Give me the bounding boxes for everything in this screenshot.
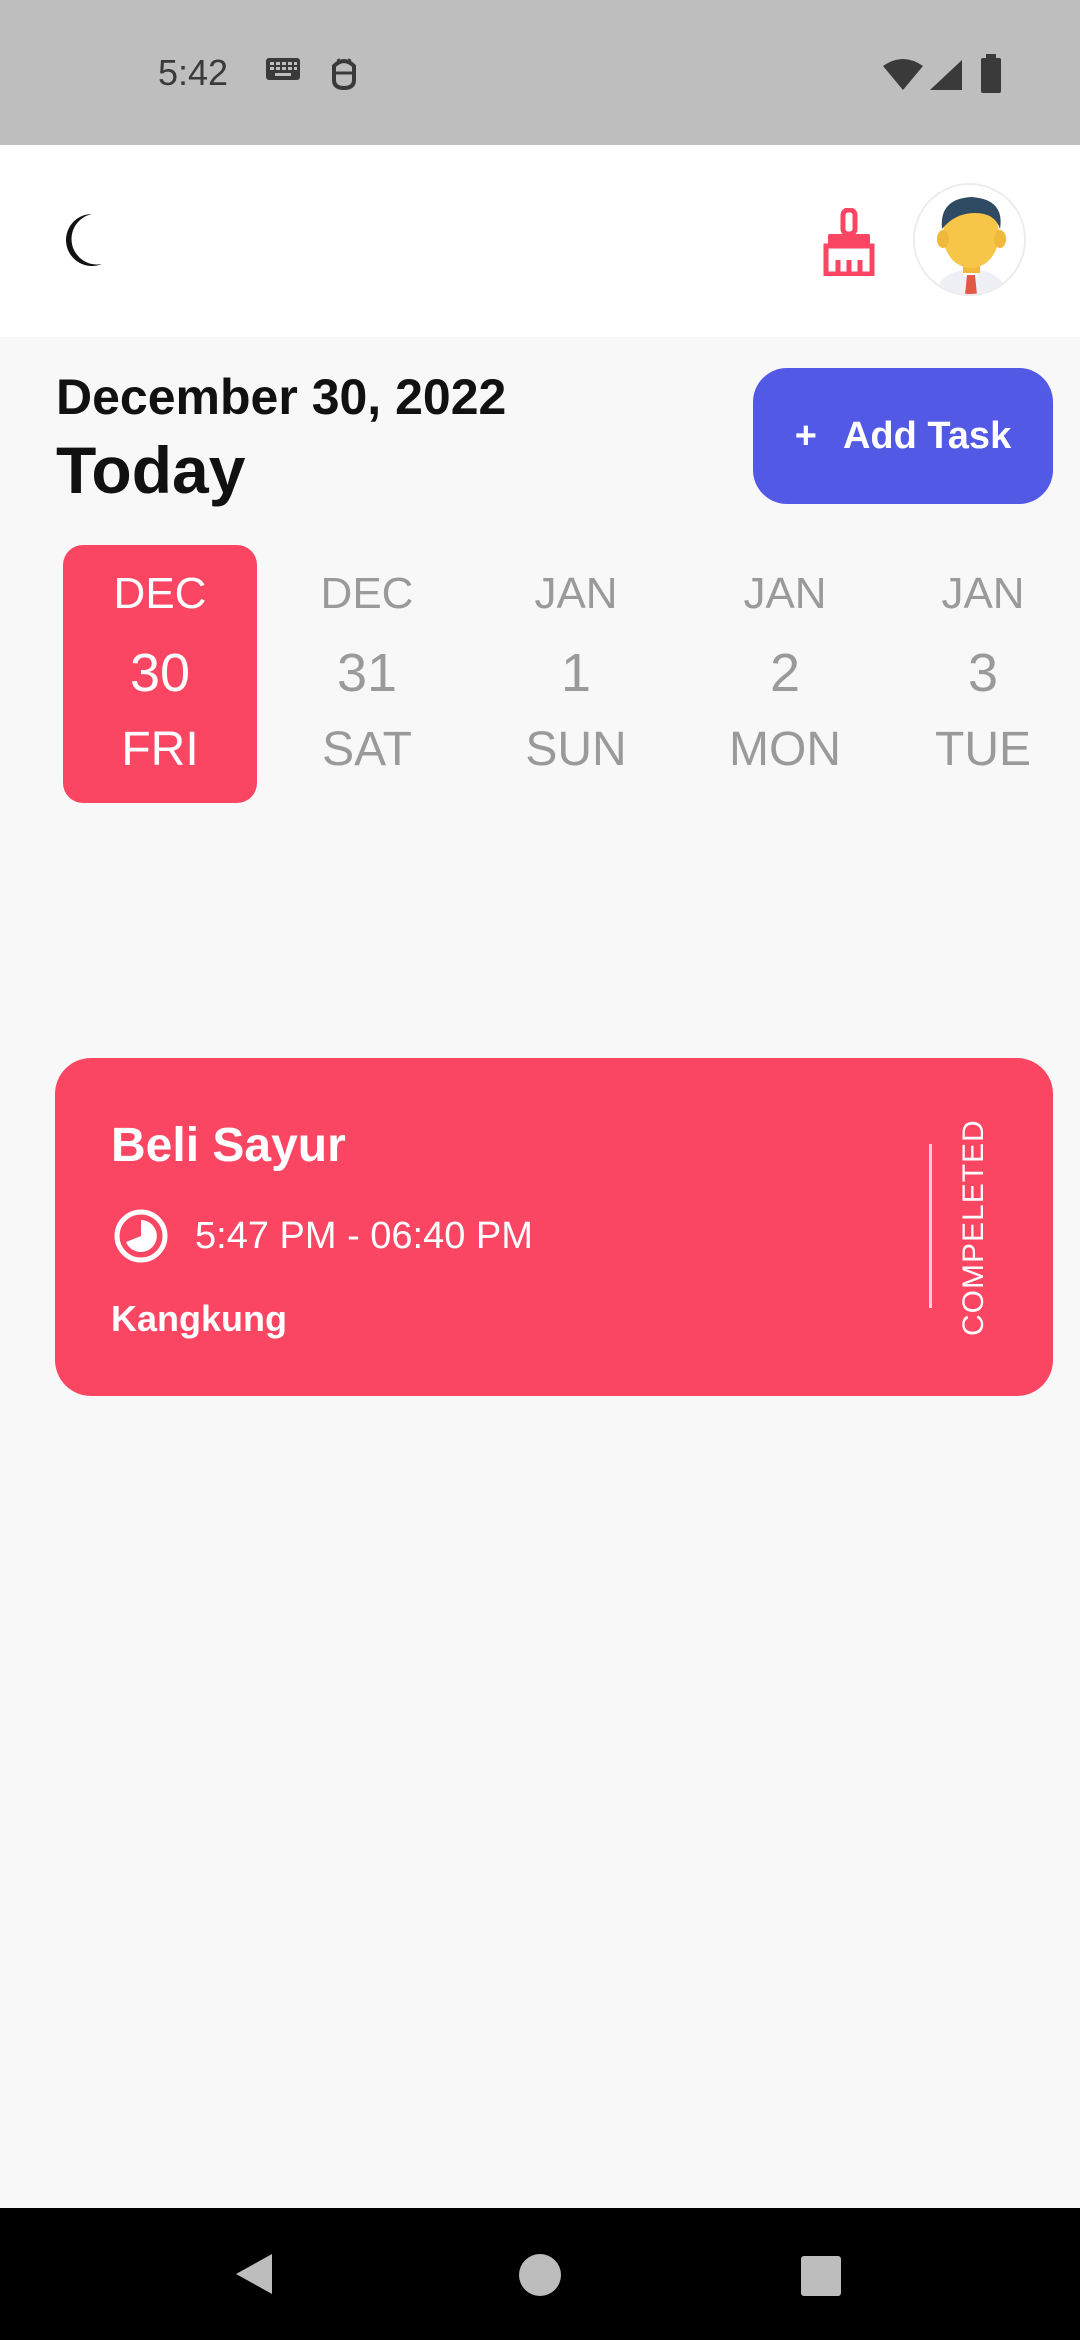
home-icon[interactable] xyxy=(518,2253,562,2297)
avatar-illustration xyxy=(915,185,1024,294)
status-time: 5:42 xyxy=(158,52,229,93)
task-time: 5:47 PM - 06:40 PM xyxy=(195,1215,533,1257)
plus-icon: + xyxy=(794,414,817,457)
date-weekday: SUN xyxy=(525,723,627,776)
date-weekday: SAT xyxy=(322,723,412,776)
wifi-icon xyxy=(883,59,923,90)
task-title: Beli Sayur xyxy=(111,1119,346,1172)
date-day: 3 xyxy=(967,643,999,703)
current-date: December 30, 2022 xyxy=(56,369,507,425)
date-month: JAN xyxy=(941,569,1025,618)
add-task-label: Add Task xyxy=(842,414,1012,457)
recents-icon[interactable] xyxy=(800,2255,842,2297)
cell-signal-icon xyxy=(930,60,962,90)
date-weekday: TUE xyxy=(935,723,1031,776)
date-item-jan-2[interactable]: JAN 2 MON xyxy=(688,545,882,803)
date-month: JAN xyxy=(743,569,827,618)
date-month: DEC xyxy=(320,569,414,618)
battery-icon xyxy=(981,54,1001,93)
date-month: DEC xyxy=(113,569,207,618)
avatar[interactable] xyxy=(913,183,1026,296)
task-card[interactable]: Beli Sayur 5:47 PM - 06:40 PM Kangkung C… xyxy=(55,1058,1053,1396)
task-note: Kangkung xyxy=(111,1298,287,1339)
date-day: 31 xyxy=(336,643,398,703)
date-month: JAN xyxy=(534,569,618,618)
back-icon[interactable] xyxy=(234,2252,274,2296)
date-day: 2 xyxy=(769,643,801,703)
date-weekday: FRI xyxy=(121,723,199,776)
task-divider xyxy=(929,1144,932,1308)
broom-icon[interactable] xyxy=(820,208,878,276)
date-day: 1 xyxy=(560,643,592,703)
android-debug-icon xyxy=(332,58,356,91)
date-day: 30 xyxy=(129,643,191,703)
date-weekday: MON xyxy=(729,723,841,776)
status-bar: 5:42 xyxy=(0,0,1080,145)
date-item-dec-31[interactable]: DEC 31 SAT xyxy=(270,545,464,803)
date-item-jan-3[interactable]: JAN 3 TUE xyxy=(886,545,1080,803)
clock-icon xyxy=(114,1209,168,1263)
page-title: Today xyxy=(56,433,246,507)
task-status-label: COMPELETED xyxy=(957,1119,990,1336)
moon-icon[interactable] xyxy=(52,210,106,270)
keyboard-icon xyxy=(266,58,300,80)
add-task-button[interactable]: + Add Task xyxy=(753,368,1053,504)
date-item-dec-30[interactable]: DEC 30 FRI xyxy=(63,545,257,803)
date-item-jan-1[interactable]: JAN 1 SUN xyxy=(479,545,673,803)
system-nav-bar xyxy=(0,2208,1080,2340)
